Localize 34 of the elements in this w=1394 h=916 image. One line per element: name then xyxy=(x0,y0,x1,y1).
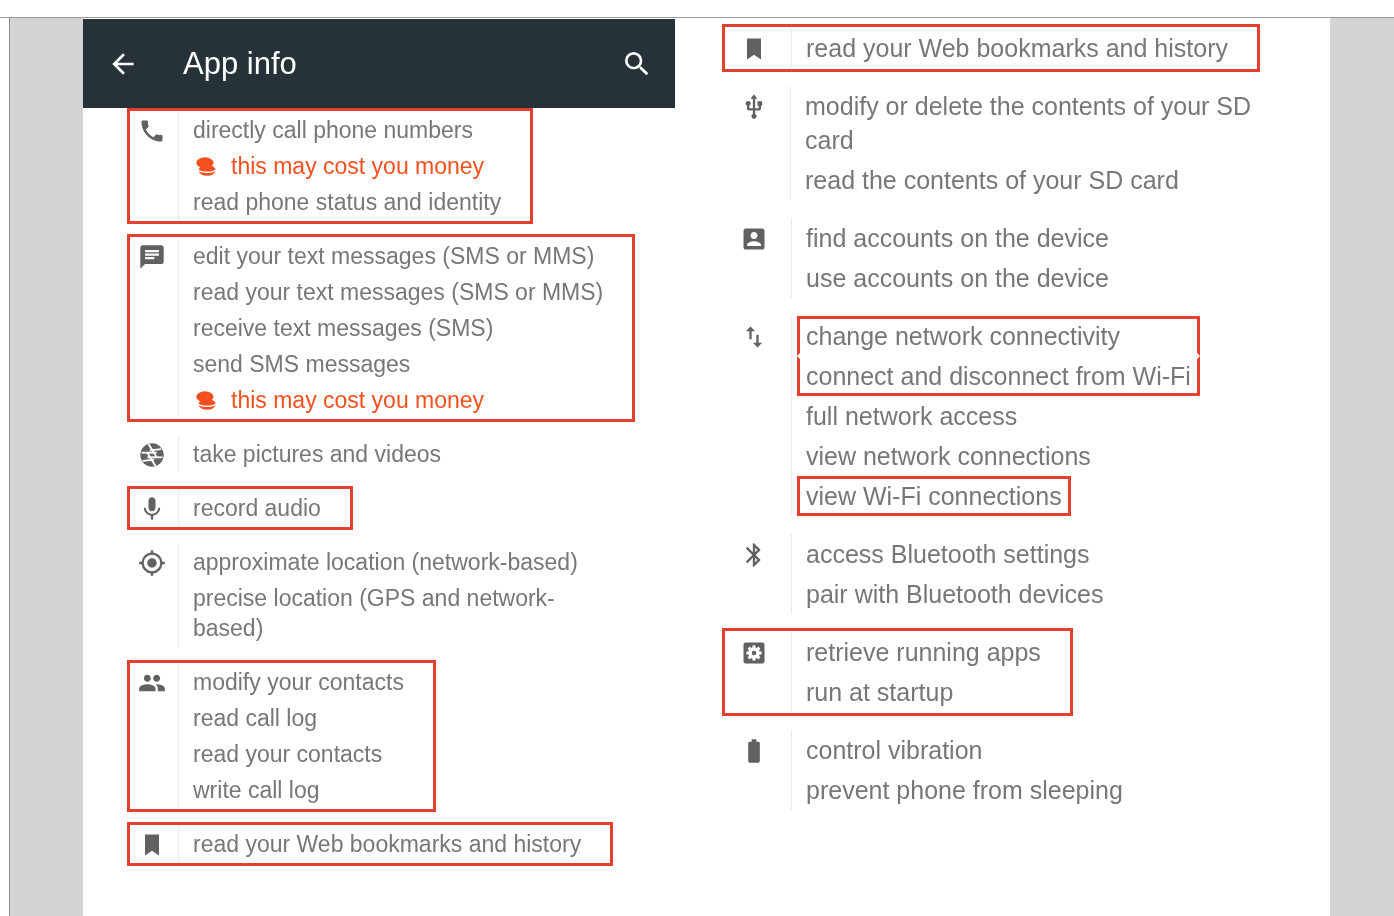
permission-text: prevent phone from sleeping xyxy=(806,775,1123,806)
permission-text: change network connectivity xyxy=(806,321,1121,352)
permission-text: record audio xyxy=(193,494,321,523)
permission-text: edit your text messages (SMS or MMS) xyxy=(193,242,595,271)
permission-text: directly call phone numbers xyxy=(193,116,473,145)
permission-text: approximate location (network-based) xyxy=(193,548,578,577)
permission-text: connect and disconnect from Wi-Fi xyxy=(806,361,1191,392)
permission-text: read your contacts xyxy=(193,740,383,769)
permission-text: read your text messages (SMS or MMS) xyxy=(193,278,604,307)
permission-text: view network connections xyxy=(806,441,1091,472)
permission-text: send SMS messages xyxy=(193,350,411,379)
app-bar-title: App info xyxy=(183,45,298,82)
permission-text: receive text messages (SMS) xyxy=(193,314,494,343)
permission-text: run at startup xyxy=(806,677,954,708)
permission-text: read the contents of your SD card xyxy=(805,165,1179,196)
permission-text: modify your contacts xyxy=(193,668,404,697)
permission-text: access Bluetooth settings xyxy=(806,539,1090,570)
permission-text: pair with Bluetooth devices xyxy=(806,579,1104,610)
permission-text: take pictures and videos xyxy=(193,440,442,469)
permission-text: read your Web bookmarks and history xyxy=(806,33,1228,64)
permission-text: control vibration xyxy=(806,735,983,766)
permission-text: read phone status and identity xyxy=(193,188,502,217)
permission-text: use accounts on the device xyxy=(806,263,1109,294)
cost-warning: this may cost you money xyxy=(231,386,485,415)
permission-text: view Wi-Fi connections xyxy=(806,481,1062,512)
permission-text: retrieve running apps xyxy=(806,637,1041,668)
permission-text: read call log xyxy=(193,704,318,733)
cost-warning: this may cost you money xyxy=(231,152,485,181)
message-icon xyxy=(138,243,166,271)
permission-text: write call log xyxy=(193,776,320,805)
permission-text: full network access xyxy=(806,401,1018,432)
permission-text: precise location (GPS and network-based) xyxy=(193,584,556,643)
permission-text: read your Web bookmarks and history xyxy=(193,830,582,859)
permission-text: find accounts on the device xyxy=(806,223,1109,254)
